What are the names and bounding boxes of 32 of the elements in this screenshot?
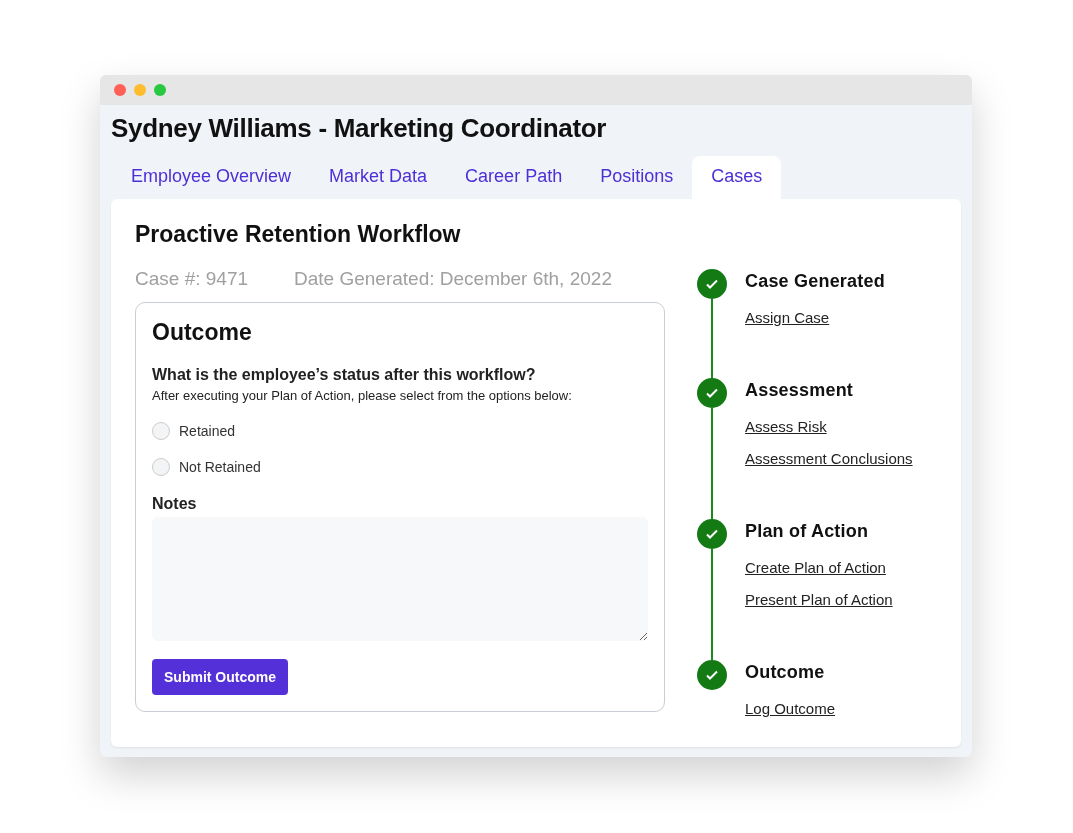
submit-button[interactable]: Submit Outcome: [152, 659, 288, 695]
date-generated: Date Generated: December 6th, 2022: [294, 268, 612, 290]
step-link[interactable]: Present Plan of Action: [745, 584, 893, 616]
tab[interactable]: Cases: [692, 156, 782, 199]
step-title: Outcome: [745, 662, 826, 683]
radio-label: Retained: [179, 423, 236, 439]
step-link[interactable]: Assess Risk: [745, 411, 913, 443]
instruction-text: After executing your Plan of Action, please select from the options below:: [152, 388, 573, 403]
step-link[interactable]: Log Outcome: [745, 693, 836, 725]
tab[interactable]: Career Path: [446, 156, 582, 199]
page-title: Sydney Williams - Marketing Coordinator: [111, 113, 608, 144]
step-title: Plan of Action: [745, 521, 870, 542]
case-number: Case #: 9471: [135, 268, 249, 290]
notes-label: Notes: [152, 495, 198, 513]
tab[interactable]: Market Data: [310, 156, 447, 199]
step-link[interactable]: Assessment Conclusions: [745, 443, 913, 475]
minimize-button[interactable]: [134, 84, 146, 96]
notes-field[interactable]: [152, 517, 648, 641]
radio-label: Not Retained: [179, 459, 261, 475]
step-title: Case Generated: [745, 271, 885, 292]
question-text: What is the employee’s status after this workflow?: [152, 366, 537, 384]
tab[interactable]: Positions: [581, 156, 693, 199]
step-link[interactable]: Assign Case: [745, 302, 885, 334]
maximize-button[interactable]: [154, 84, 166, 96]
radio-button[interactable]: [152, 422, 170, 440]
step-link[interactable]: Create Plan of Action: [745, 552, 893, 584]
outcome-title: Outcome: [152, 319, 253, 346]
close-button[interactable]: [114, 84, 126, 96]
tab[interactable]: Employee Overview: [112, 156, 311, 199]
step-title: Assessment: [745, 380, 855, 401]
workflow-title: Proactive Retention Workflow: [135, 221, 462, 248]
radio-button[interactable]: [152, 458, 170, 476]
